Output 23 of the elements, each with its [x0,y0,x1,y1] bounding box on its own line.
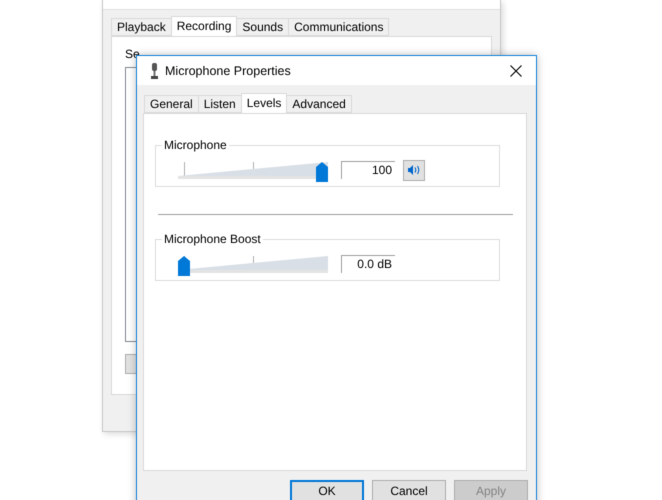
device-list[interactable] [125,67,137,342]
dialog-button[interactable]: OK [290,480,364,500]
mute-button[interactable] [403,160,425,180]
tab[interactable]: General [144,95,199,113]
slider-thumb[interactable] [316,162,328,182]
level-field[interactable]: 0.0 dB [341,255,395,273]
configure-button[interactable] [125,354,137,374]
slider-thumb[interactable] [178,256,190,276]
tab[interactable]: Recording [170,16,238,36]
tab[interactable]: Sounds [236,18,290,36]
group-label: Microphone Boost [162,232,263,246]
window-title: Microphone Properties [165,64,292,78]
tab[interactable]: Levels [240,93,288,113]
group-label: Microphone [162,138,229,152]
speaker-icon [407,164,421,176]
close-icon [510,64,522,76]
level-field[interactable]: 100 [341,161,395,179]
tab[interactable]: Advanced [286,95,352,113]
tab[interactable]: Communications [288,18,390,36]
tab[interactable]: Playback [111,18,172,36]
dialog-button[interactable]: Cancel [372,480,446,500]
tab[interactable]: Listen [198,95,242,113]
microphone-icon [150,62,159,78]
